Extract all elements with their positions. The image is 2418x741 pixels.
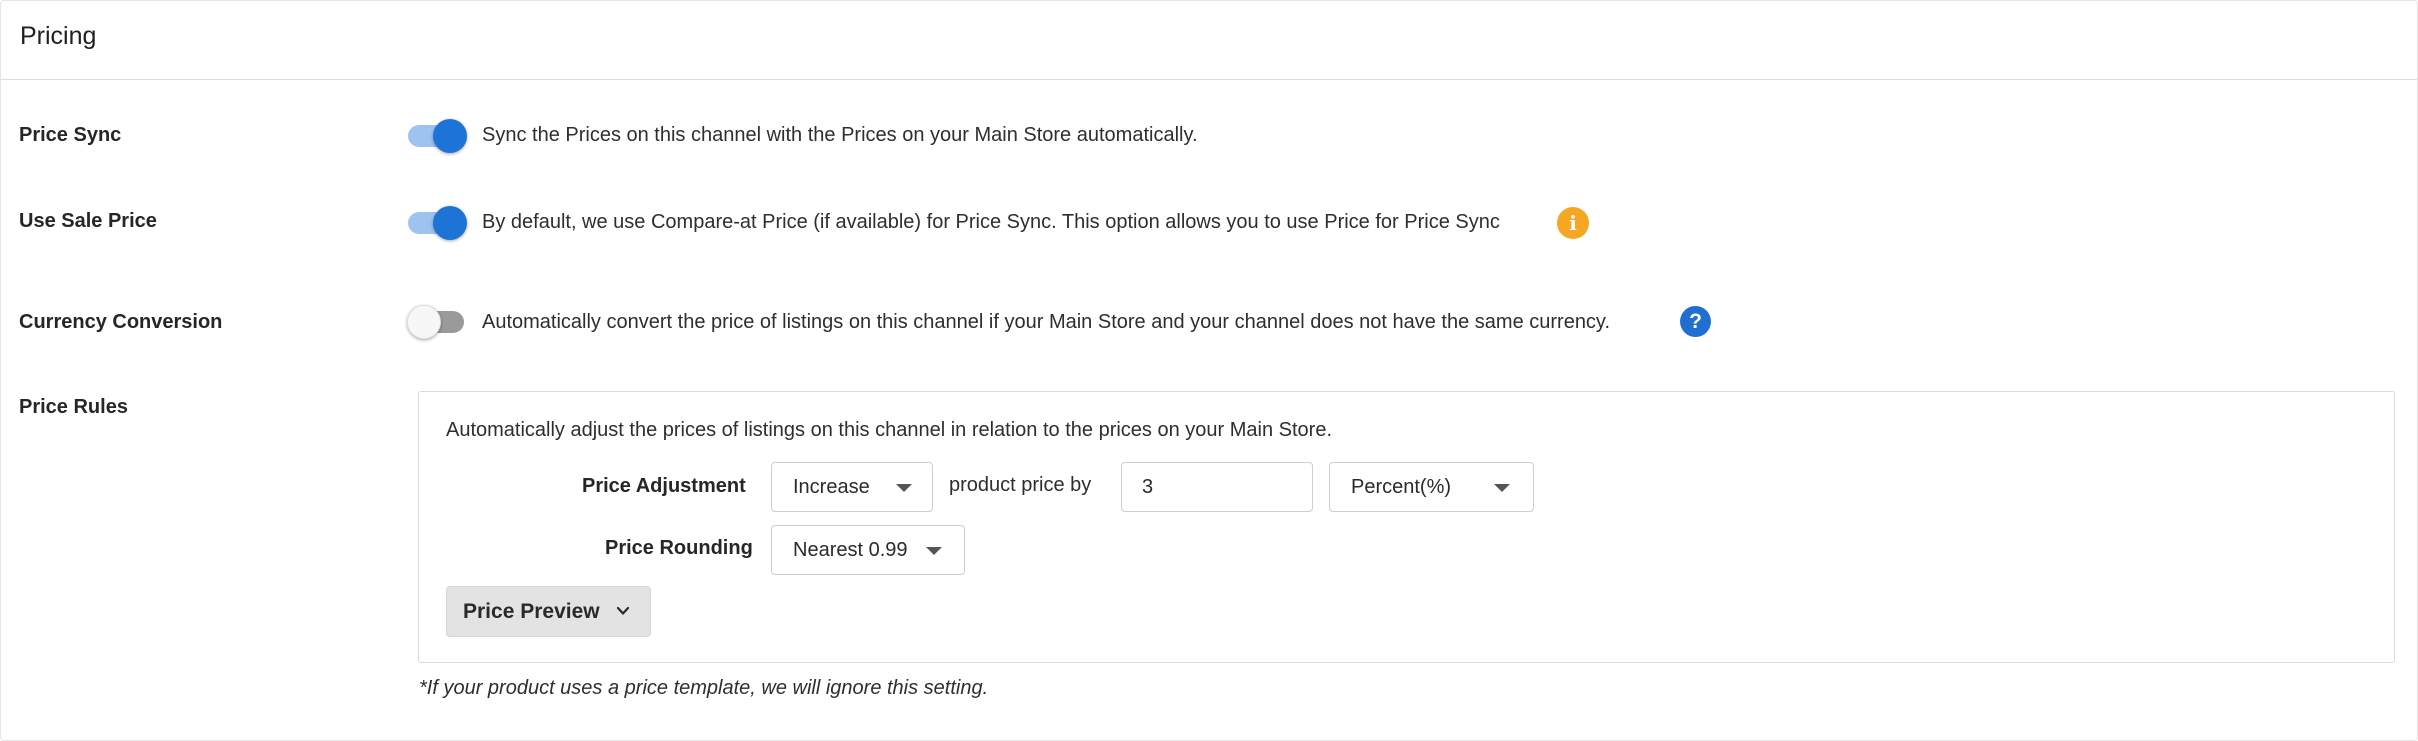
currency-conversion-label: Currency Conversion [19,311,223,333]
currency-conversion-description: Automatically convert the price of listi… [482,311,1611,333]
price-rules-label: Price Rules [19,396,128,418]
panel-header: Pricing [1,1,2417,80]
help-icon[interactable]: ? [1680,306,1711,337]
toggle-knob [433,206,467,240]
price-adjustment-direction-select[interactable]: Increase [771,462,933,512]
toggle-knob [407,305,441,339]
caret-down-icon [1494,484,1510,492]
price-adjustment-label: Price Adjustment [582,475,746,497]
use-sale-price-toggle[interactable] [407,205,467,241]
price-preview-label: Price Preview [463,600,600,623]
price-sync-toggle[interactable] [407,118,467,154]
price-rules-footnote: *If your product uses a price template, … [419,677,989,699]
product-price-by-text: product price by [949,474,1092,496]
panel-title: Pricing [20,22,97,50]
caret-down-icon [926,547,942,555]
currency-conversion-toggle[interactable] [407,304,467,340]
price-adjustment-unit-select[interactable]: Percent(%) [1329,462,1534,512]
price-rules-description: Automatically adjust the prices of listi… [446,419,1333,441]
price-sync-description: Sync the Prices on this channel with the… [482,124,1198,146]
select-value: Increase [793,476,870,498]
price-rounding-label: Price Rounding [605,537,753,559]
caret-down-icon [896,484,912,492]
price-sync-label: Price Sync [19,124,122,146]
select-value: Nearest 0.99 [793,539,908,561]
toggle-knob [433,119,467,153]
use-sale-price-label: Use Sale Price [19,210,157,232]
price-rounding-select[interactable]: Nearest 0.99 [771,525,965,575]
use-sale-price-description: By default, we use Compare-at Price (if … [482,211,1500,233]
select-value: Percent(%) [1351,476,1452,498]
price-preview-button[interactable]: Price Preview [446,586,651,637]
chevron-down-icon [616,606,630,615]
price-adjustment-amount-input[interactable] [1121,462,1313,512]
info-icon[interactable]: i [1557,207,1589,239]
